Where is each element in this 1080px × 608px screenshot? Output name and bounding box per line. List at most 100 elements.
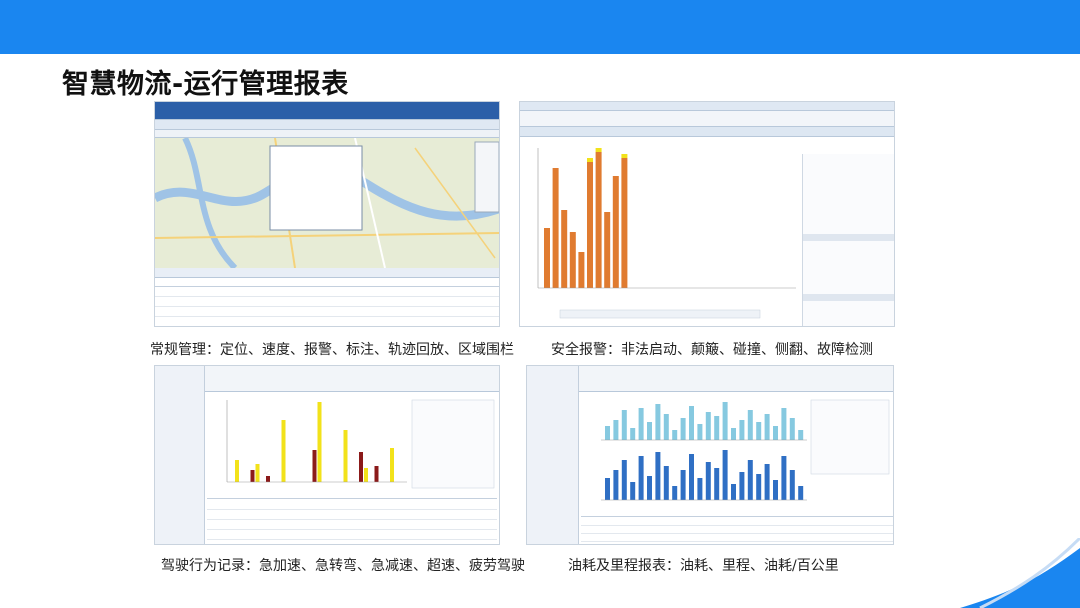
driving-bar (390, 448, 394, 482)
alarm-bar (552, 168, 559, 288)
fuel-bar (638, 408, 644, 440)
caption-regular-management: 常规管理：定位、速度、报警、标注、轨迹回放、区域围栏 (150, 342, 514, 358)
mileage-bar (714, 468, 720, 500)
mileage-bar (722, 450, 728, 500)
fuel-bar (705, 412, 711, 440)
fuel-bar (672, 430, 678, 440)
fuel-bar (621, 410, 627, 440)
fuel-bar (756, 422, 762, 440)
screenshot-safety-alarm (519, 101, 895, 327)
alarm-bar (544, 228, 550, 288)
caption-fuel-mileage: 油耗及里程报表：油耗、里程、油耗/百公里 (568, 558, 839, 574)
alarm-bar (604, 212, 611, 288)
driving-bar (317, 402, 322, 482)
fuel-bar (605, 426, 610, 440)
app-header (155, 102, 499, 120)
fuel-bar (773, 426, 778, 440)
fuel-bar (789, 418, 795, 440)
driving-bar (312, 450, 317, 482)
fuel-bar (764, 414, 770, 440)
fuel-bar-charts (601, 399, 890, 501)
screenshot-regular-management (154, 101, 500, 327)
alarm-bar (578, 252, 585, 288)
alarm-bar (587, 162, 593, 288)
mileage-bar (747, 460, 753, 500)
driving-bar (281, 420, 286, 482)
fuel-bar (722, 402, 728, 440)
mileage-bar (638, 456, 644, 500)
fuel-bar (731, 428, 736, 440)
slide-title: 智慧物流-运行管理报表 (62, 69, 349, 100)
driving-bar (250, 470, 255, 482)
mileage-bar (663, 466, 669, 500)
alarm-bar (595, 152, 602, 288)
mileage-bar (672, 486, 678, 500)
mileage-bar (798, 486, 804, 500)
fuel-bar (697, 424, 703, 440)
fuel-bar (714, 416, 720, 440)
driving-bar (235, 460, 239, 482)
driving-bar (364, 468, 368, 482)
mileage-bar (731, 484, 736, 500)
alarm-bar (621, 158, 628, 288)
fuel-bar (781, 408, 787, 440)
alarm-bar (561, 210, 568, 288)
corner-decoration (960, 538, 1080, 608)
mileage-bar (739, 472, 745, 500)
map-view[interactable] (155, 138, 499, 268)
alarm-bar-top (621, 154, 628, 158)
fuel-bar (739, 420, 745, 440)
mileage-bar (781, 456, 787, 500)
fuel-bar (747, 410, 753, 440)
alarm-filter-bar (520, 111, 894, 127)
alarm-bar (569, 232, 576, 288)
fuel-bar (647, 422, 652, 440)
fuel-bar (663, 414, 669, 440)
fuel-bar (680, 418, 686, 440)
mileage-bar (605, 478, 610, 500)
screenshot-fuel-mileage (526, 365, 894, 545)
mileage-bar (647, 476, 652, 500)
fuel-bar (613, 420, 619, 440)
driving-tree-sidebar (155, 366, 205, 544)
fuel-bar (630, 428, 636, 440)
mileage-bar (621, 460, 627, 500)
caption-safety-alarm: 安全报警：非法启动、颠簸、碰撞、侧翻、故障检测 (551, 342, 873, 358)
driving-bar (359, 452, 363, 482)
mileage-bar (705, 462, 711, 500)
mileage-bar (789, 470, 795, 500)
map-toolbar (155, 130, 499, 138)
driving-bar (266, 476, 270, 482)
alarm-bar-chart (537, 148, 796, 319)
fuel-tree-sidebar (527, 366, 579, 544)
mileage-bar (756, 474, 762, 500)
screenshot-driving-behaviour (154, 365, 500, 545)
vehicle-table (155, 278, 499, 326)
mileage-bar (680, 470, 686, 500)
mileage-bar (697, 478, 703, 500)
mileage-bar (630, 482, 636, 500)
fuel-filter-bar (579, 366, 893, 392)
alarm-bar-top (595, 148, 602, 152)
mileage-bar (655, 452, 661, 500)
fuel-detail-table (581, 516, 893, 544)
vehicle-list-tabs (155, 268, 499, 278)
driving-bar (374, 466, 379, 482)
driving-filter-bar (205, 366, 499, 392)
app-toolbar (155, 120, 499, 130)
alarm-bar (612, 176, 619, 288)
fuel-bar (689, 406, 694, 440)
mileage-bar (773, 480, 778, 500)
alarm-summary-table (802, 154, 894, 326)
caption-driving-behaviour: 驾驶行为记录：急加速、急转弯、急减速、超速、疲劳驾驶 (161, 558, 525, 574)
top-banner (0, 0, 1080, 54)
driving-bar (343, 430, 348, 482)
map-drawing (155, 138, 499, 268)
alarm-header (520, 102, 894, 111)
driving-detail-table (207, 498, 497, 544)
fuel-bar (798, 430, 804, 440)
driving-bar (255, 464, 260, 482)
mileage-bar (689, 454, 694, 500)
alarm-type-tabs (520, 127, 894, 137)
fuel-bar (655, 404, 661, 440)
